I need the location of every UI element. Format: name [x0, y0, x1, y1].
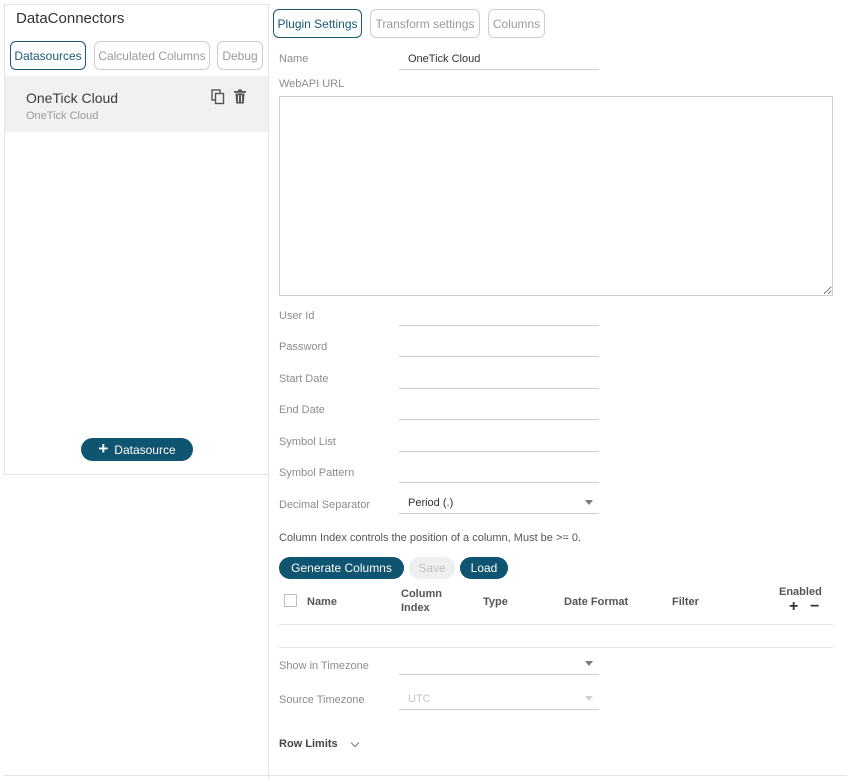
- header-column-index-line1: Column: [401, 588, 442, 600]
- chevron-down-icon: [585, 661, 593, 666]
- header-column-index: Column Index: [401, 587, 442, 615]
- decimal-separator-label: Decimal Separator: [279, 499, 371, 511]
- chevron-down-icon: [585, 500, 593, 505]
- tab-plugin-settings[interactable]: Plugin Settings: [273, 9, 362, 38]
- table-bottom-divider: [279, 647, 833, 648]
- generate-columns-button[interactable]: Generate Columns: [279, 557, 404, 579]
- source-timezone-select: UTC: [399, 688, 599, 710]
- start-date-field[interactable]: [399, 367, 599, 389]
- header-type: Type: [483, 596, 508, 608]
- webapi-url-label: WebAPI URL: [279, 78, 345, 90]
- app-title: DataConnectors: [16, 10, 125, 27]
- name-field[interactable]: [399, 48, 599, 70]
- header-enabled: Enabled: [779, 586, 822, 598]
- row-limits-toggle[interactable]: Row Limits: [279, 738, 359, 750]
- bottom-border: [4, 775, 847, 776]
- select-all-checkbox[interactable]: [284, 594, 297, 607]
- save-button: Save: [409, 557, 455, 579]
- user-id-label: User Id: [279, 310, 315, 322]
- datasource-subtitle: OneTick Cloud: [26, 110, 99, 122]
- add-datasource-label: Datasource: [114, 442, 176, 457]
- column-index-hint: Column Index controls the position of a …: [279, 532, 582, 544]
- tab-transform-settings[interactable]: Transform settings: [370, 9, 480, 38]
- tab-debug[interactable]: Debug: [217, 41, 263, 70]
- end-date-label: End Date: [279, 404, 325, 416]
- decimal-separator-value: Period (.): [408, 496, 454, 509]
- trash-icon[interactable]: [233, 89, 247, 105]
- symbol-pattern-label: Symbol Pattern: [279, 467, 355, 479]
- plus-icon: +: [98, 439, 109, 458]
- password-field[interactable]: [399, 335, 599, 357]
- header-column-index-line2: Index: [401, 602, 430, 614]
- decimal-separator-select[interactable]: Period (.): [399, 492, 599, 514]
- tab-calculated-columns[interactable]: Calculated Columns: [94, 41, 210, 70]
- remove-column-icon[interactable]: −: [810, 599, 819, 615]
- add-column-icon[interactable]: +: [789, 599, 798, 615]
- chevron-down-icon: [350, 738, 359, 747]
- symbol-list-field[interactable]: [399, 430, 599, 452]
- tab-columns[interactable]: Columns: [488, 9, 545, 38]
- header-filter: Filter: [672, 596, 699, 608]
- copy-icon[interactable]: [211, 89, 225, 105]
- start-date-label: Start Date: [279, 373, 329, 385]
- header-date-format: Date Format: [564, 596, 629, 608]
- add-datasource-button[interactable]: + Datasource: [81, 438, 193, 461]
- symbol-pattern-field[interactable]: [399, 461, 599, 483]
- datasource-list-item[interactable]: OneTick Cloud OneTick Cloud: [5, 76, 269, 132]
- chevron-down-icon: [585, 696, 593, 701]
- show-in-timezone-select[interactable]: [399, 653, 599, 675]
- source-timezone-value: UTC: [408, 692, 431, 705]
- name-label: Name: [279, 53, 309, 65]
- tab-datasources[interactable]: Datasources: [10, 41, 86, 70]
- table-header-divider: [279, 624, 833, 625]
- load-button[interactable]: Load: [460, 557, 508, 579]
- header-name: Name: [307, 596, 337, 608]
- source-timezone-label: Source Timezone: [279, 694, 365, 706]
- user-id-field[interactable]: [399, 304, 599, 326]
- symbol-list-label: Symbol List: [279, 436, 336, 448]
- password-label: Password: [279, 341, 328, 353]
- webapi-url-textarea[interactable]: [279, 96, 833, 296]
- show-in-timezone-label: Show in Timezone: [279, 660, 369, 672]
- panel-divider: [268, 4, 269, 780]
- datasource-name: OneTick Cloud: [26, 90, 119, 106]
- datasources-panel: DataConnectors Datasources Calculated Co…: [4, 4, 269, 475]
- row-limits-label: Row Limits: [279, 738, 338, 750]
- end-date-field[interactable]: [399, 398, 599, 420]
